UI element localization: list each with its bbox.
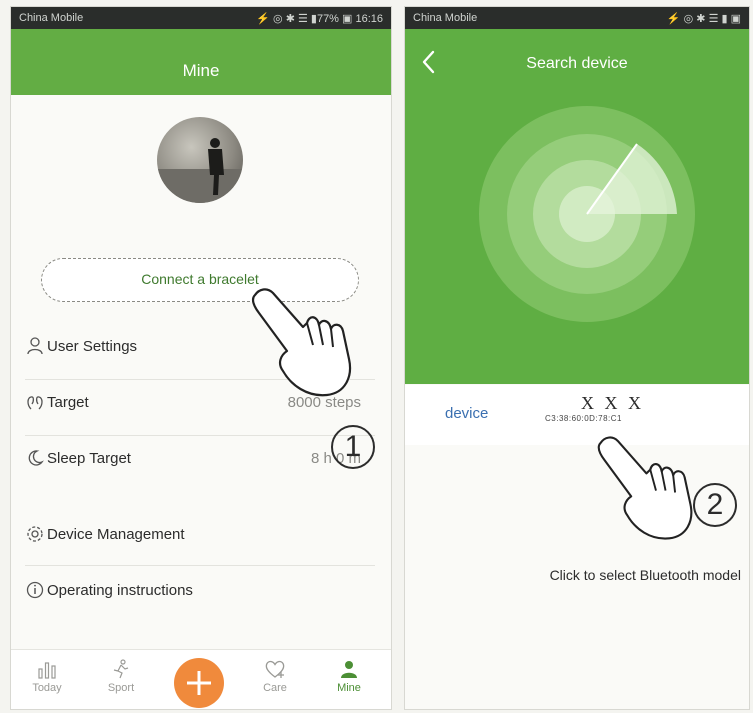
page-title: Search device <box>526 55 628 72</box>
nav-today[interactable]: Today <box>17 658 77 694</box>
menu-item-label: Device Management <box>47 526 185 543</box>
bar-chart-icon <box>38 662 56 679</box>
search-device-screen: China Mobile ⚡ ◎ ✱ ☰ ▮ ▣ Search device d… <box>404 6 750 710</box>
nav-care[interactable]: Care <box>245 658 305 694</box>
person-silhouette-icon <box>157 138 243 203</box>
divider <box>25 565 375 566</box>
radar-animation <box>479 106 695 322</box>
menu-item-operating-instructions[interactable]: Operating instructions <box>11 569 391 613</box>
nav-label: Care <box>263 682 287 694</box>
tapping-hand-icon <box>251 288 352 397</box>
nav-label: Sport <box>107 682 135 694</box>
add-button[interactable] <box>174 658 224 708</box>
status-bar: China Mobile ⚡ ◎ ✱ ☰ ▮77% ▣ 16:16 <box>11 7 391 29</box>
device-name: X X X <box>581 393 644 413</box>
menu-item-device-management[interactable]: Device Management <box>11 513 391 557</box>
nav-label: Mine <box>337 682 361 694</box>
nav-label: Today <box>32 682 62 694</box>
status-indicators: ⚡ ◎ ✱ ☰ ▮77% ▣ 16:16 <box>256 13 383 25</box>
step-2-badge: 2 <box>693 483 737 527</box>
moon-icon <box>28 450 44 466</box>
nav-mine[interactable]: Mine <box>319 658 379 694</box>
nav-sport[interactable]: Sport <box>91 658 151 694</box>
plus-icon <box>187 671 211 695</box>
menu-item-label: User Settings <box>47 338 138 355</box>
avatar[interactable] <box>157 117 243 203</box>
radar-scan-area: Search device <box>405 29 749 384</box>
info-icon <box>26 581 44 599</box>
user-icon <box>27 337 43 355</box>
device-label: device <box>445 405 489 422</box>
device-mac-address: C3:38:60:0D:78:C1 <box>545 414 622 423</box>
mine-screen: China Mobile ⚡ ◎ ✱ ☰ ▮77% ▣ 16:16 Mine C… <box>10 6 392 710</box>
status-bar: China Mobile ⚡ ◎ ✱ ☰ ▮ ▣ <box>405 7 749 29</box>
person-icon <box>341 661 357 678</box>
menu-item-label: Target <box>47 394 89 411</box>
carrier-name: China Mobile <box>413 12 478 24</box>
target-icon <box>27 396 43 410</box>
heart-icon <box>265 660 285 678</box>
gear-icon <box>27 526 43 542</box>
tapping-hand-icon <box>597 436 693 540</box>
bottom-nav: Today Sport Care Mine <box>11 649 391 709</box>
carrier-name: China Mobile <box>19 12 84 24</box>
divider <box>25 435 375 436</box>
runner-icon <box>113 659 129 679</box>
header-bar: Mine <box>11 29 391 95</box>
menu-item-label: Sleep Target <box>47 450 131 467</box>
step-1-badge: 1 <box>331 425 375 469</box>
bluetooth-hint: Click to select Bluetooth model <box>549 567 741 583</box>
status-indicators: ⚡ ◎ ✱ ☰ ▮ ▣ <box>666 13 741 25</box>
menu-item-label: Operating instructions <box>47 582 193 599</box>
page-title: Mine <box>182 61 220 80</box>
